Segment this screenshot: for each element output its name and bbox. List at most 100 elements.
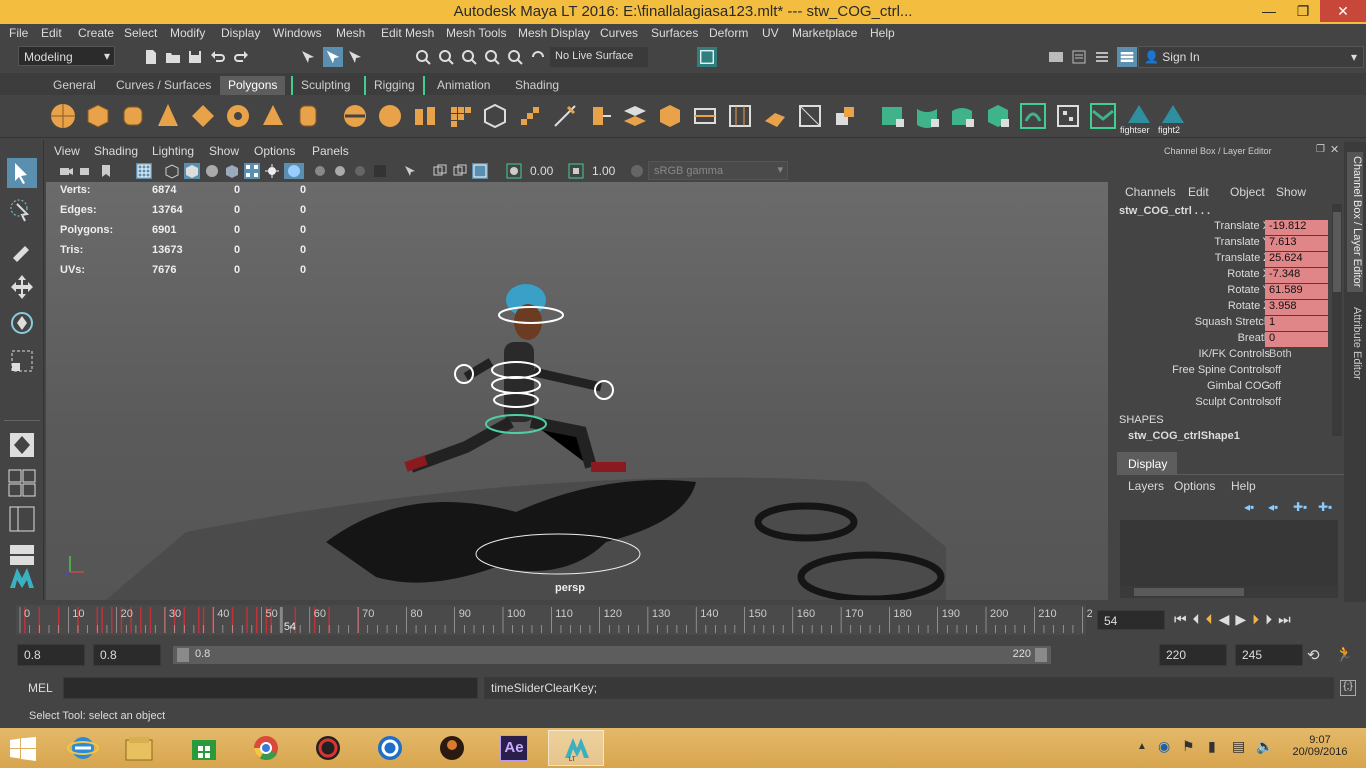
command-input[interactable] bbox=[63, 677, 478, 699]
viewport-persp[interactable]: Verts: 6874 0 0 Edges: 13764 0 0 Polygons: 6901 0 0… bbox=[46, 182, 1108, 600]
default-lighting-icon[interactable] bbox=[204, 163, 220, 179]
uv-planar-icon[interactable] bbox=[878, 101, 908, 131]
resolution-gate-icon[interactable] bbox=[472, 163, 488, 179]
attribute-value[interactable]: 7.613 bbox=[1265, 236, 1328, 251]
poly-sphere-icon[interactable] bbox=[48, 101, 78, 131]
uv-editor-icon[interactable] bbox=[1053, 101, 1083, 131]
attribute-value[interactable]: 25.624 bbox=[1265, 252, 1328, 267]
tray-volume-icon[interactable]: 🔈 bbox=[1256, 738, 1273, 755]
paint-select-tool-icon[interactable] bbox=[7, 234, 37, 264]
shadows-icon[interactable] bbox=[264, 163, 280, 179]
bool-icon[interactable] bbox=[480, 101, 510, 131]
layer-horizontal-scrollbar[interactable] bbox=[1120, 586, 1338, 598]
attribute-row[interactable]: IK/FK Controls Both bbox=[1110, 348, 1330, 364]
attribute-value[interactable]: 0 bbox=[1265, 332, 1328, 347]
uv-sew-icon[interactable] bbox=[1088, 101, 1118, 131]
channel-box-icon[interactable] bbox=[1117, 47, 1137, 67]
new-scene-icon[interactable] bbox=[143, 49, 159, 65]
grid-toggle-icon[interactable] bbox=[136, 163, 152, 179]
select-component-icon[interactable] bbox=[347, 49, 363, 65]
scale-tool-icon[interactable] bbox=[7, 346, 37, 376]
menu-mesh[interactable]: Mesh bbox=[336, 26, 365, 40]
menu-mesh-display[interactable]: Mesh Display bbox=[518, 26, 590, 40]
attribute-row[interactable]: Gimbal COG off bbox=[1110, 380, 1330, 396]
xray-icon[interactable] bbox=[284, 163, 304, 179]
channels-menu[interactable]: Channels bbox=[1125, 185, 1176, 199]
mirror-icon[interactable] bbox=[515, 101, 545, 131]
side-tab-channel-box[interactable]: Channel Box / Layer Editor bbox=[1347, 152, 1363, 292]
bookmark-icon[interactable] bbox=[98, 163, 114, 179]
script-editor-icon[interactable]: {;} bbox=[1340, 680, 1356, 696]
menu-file[interactable]: File bbox=[9, 26, 28, 40]
color-space-dropdown[interactable]: sRGB gamma ▾ bbox=[648, 161, 788, 180]
viewport-menu-lighting[interactable]: Lighting bbox=[152, 144, 194, 158]
multicut-icon[interactable] bbox=[550, 101, 580, 131]
poly-plane-icon[interactable] bbox=[188, 101, 218, 131]
modeling-toolkit-icon[interactable] bbox=[1071, 49, 1087, 65]
attribute-value[interactable]: off bbox=[1265, 364, 1328, 379]
attribute-value[interactable]: -7.348 bbox=[1265, 268, 1328, 283]
viewport-menu-options[interactable]: Options bbox=[254, 144, 295, 158]
poly-torus-icon[interactable] bbox=[223, 101, 253, 131]
attribute-row[interactable]: Rotate X -7.348 bbox=[1110, 268, 1330, 284]
snap-view-plane-icon[interactable] bbox=[507, 49, 523, 65]
playback-speed-icon[interactable]: ⟲ bbox=[1307, 646, 1320, 664]
menu-display[interactable]: Display bbox=[221, 26, 260, 40]
xray-active-icon[interactable] bbox=[452, 163, 468, 179]
taskbar-app-red[interactable] bbox=[300, 730, 356, 766]
shape-name[interactable]: stw_COG_ctrlShape1 bbox=[1128, 430, 1240, 442]
attribute-row[interactable]: Sculpt Controls off bbox=[1110, 396, 1330, 412]
step-back-frame-icon[interactable]: ⏴ bbox=[1193, 611, 1206, 627]
poly-cone-icon[interactable] bbox=[153, 101, 183, 131]
viewport-menu-panels[interactable]: Panels bbox=[312, 144, 349, 158]
windows-start-icon[interactable] bbox=[10, 737, 36, 761]
taskbar-internet-explorer[interactable] bbox=[55, 730, 111, 766]
menu-surfaces[interactable]: Surfaces bbox=[651, 26, 698, 40]
minimize-button[interactable]: — bbox=[1252, 0, 1286, 22]
side-tab-attribute-editor[interactable]: Attribute Editor bbox=[1347, 307, 1363, 397]
step-forward-frame-icon[interactable]: ⏵ bbox=[1265, 611, 1278, 627]
move-tool-icon[interactable] bbox=[7, 272, 37, 302]
snap-live-icon[interactable] bbox=[530, 49, 546, 65]
menu-edit[interactable]: Edit bbox=[41, 26, 62, 40]
edit-menu[interactable]: Edit bbox=[1188, 185, 1209, 199]
menu-select[interactable]: Select bbox=[124, 26, 157, 40]
go-to-end-icon[interactable]: ⏭ bbox=[1278, 611, 1297, 627]
object-name[interactable]: stw_COG_ctrl . . . bbox=[1119, 205, 1210, 217]
snap-point-icon[interactable] bbox=[461, 49, 477, 65]
attribute-value[interactable]: Both bbox=[1265, 348, 1328, 363]
render-view-icon[interactable] bbox=[697, 47, 717, 67]
layer-move-up-icon[interactable]: ◂▪ bbox=[1244, 500, 1254, 514]
uv-cylindrical-icon[interactable] bbox=[913, 101, 943, 131]
taskbar-store[interactable] bbox=[176, 730, 232, 766]
range-bar[interactable]: 0.8 220 bbox=[173, 646, 1051, 664]
smooth-shade-icon[interactable] bbox=[184, 163, 200, 179]
tray-network-app-icon[interactable]: ◉ bbox=[1158, 738, 1170, 755]
menu-deform[interactable]: Deform bbox=[709, 26, 748, 40]
smooth-icon[interactable] bbox=[445, 101, 475, 131]
step-back-key-icon[interactable]: ⏴ bbox=[1206, 611, 1219, 627]
color-management-icon[interactable] bbox=[629, 163, 645, 179]
menu-modify[interactable]: Modify bbox=[170, 26, 205, 40]
motion-blur-icon[interactable] bbox=[332, 163, 348, 179]
combine-icon[interactable] bbox=[340, 101, 370, 131]
taskbar-chrome[interactable] bbox=[238, 730, 294, 766]
multisample-icon[interactable] bbox=[352, 163, 368, 179]
snap-grid-icon[interactable] bbox=[415, 49, 431, 65]
taskbar-after-effects[interactable]: Ae bbox=[486, 730, 542, 766]
menu-create[interactable]: Create bbox=[78, 26, 114, 40]
attribute-editor-icon[interactable] bbox=[1094, 49, 1110, 65]
camera-attributes-icon[interactable] bbox=[78, 163, 94, 179]
menu-help[interactable]: Help bbox=[870, 26, 895, 40]
current-frame-marker[interactable] bbox=[279, 607, 283, 633]
taskbar-app-avatar[interactable] bbox=[424, 730, 480, 766]
textured-icon[interactable] bbox=[224, 163, 240, 179]
single-perspective-layout-icon[interactable] bbox=[7, 430, 37, 460]
show-menu[interactable]: Show bbox=[1276, 185, 1306, 199]
xray-joints-icon[interactable] bbox=[432, 163, 448, 179]
open-scene-icon[interactable] bbox=[165, 49, 181, 65]
persp-outliner-layout-icon[interactable] bbox=[7, 504, 37, 534]
range-end-handle[interactable] bbox=[1035, 648, 1047, 662]
taskbar-maya-lt[interactable]: LT bbox=[548, 730, 604, 766]
attribute-value[interactable]: -19.812 bbox=[1265, 220, 1328, 235]
